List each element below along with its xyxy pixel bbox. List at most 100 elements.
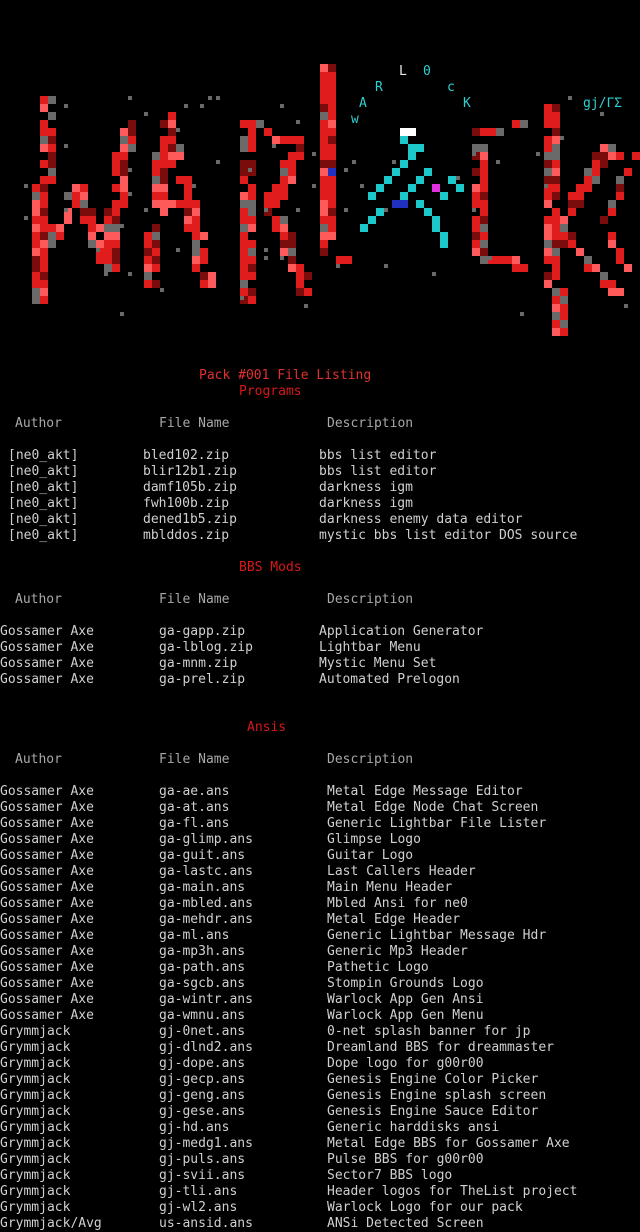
column-header-author: Author (15, 416, 62, 431)
author-cell: [ne0_akt] (8, 496, 79, 511)
description-cell: Lightbar Menu (319, 640, 421, 655)
description-cell: Dreamland BBS for dreammaster (327, 1040, 554, 1055)
file-name-cell: ga-path.ans (159, 960, 246, 975)
file-name-cell: ga-glimp.ans (159, 832, 253, 847)
description-cell: Glimpse Logo (327, 832, 421, 847)
description-cell: Genesis Engine splash screen (327, 1088, 547, 1103)
logo-letter-r: R (375, 80, 383, 95)
author-cell: Grymmjack (0, 1088, 71, 1103)
file-name-cell: gj-tli.ans (159, 1184, 238, 1199)
file-name-cell: gj-medg1.ans (159, 1136, 253, 1151)
author-cell: Gossamer Axe (0, 928, 94, 943)
author-cell: [ne0_akt] (8, 528, 79, 543)
column-header-file: File Name (159, 592, 230, 607)
logo-letter-o: 0 (423, 64, 431, 79)
description-cell: Warlock Logo for our pack (327, 1200, 523, 1215)
author-cell: Grymmjack (0, 1152, 71, 1167)
file-name-cell: gj-puls.ans (159, 1152, 246, 1167)
description-cell: darkness enemy data editor (319, 512, 523, 527)
description-cell: Warlock App Gen Menu (327, 1008, 484, 1023)
file-name-cell: gj-svii.ans (159, 1168, 246, 1183)
author-cell: Gossamer Axe (0, 912, 94, 927)
page-title: Pack #001 File Listing (199, 368, 372, 383)
logo-letter-c: c (447, 80, 455, 95)
author-cell: Gossamer Axe (0, 1008, 94, 1023)
file-name-cell: ga-prel.zip (159, 672, 246, 687)
author-cell: [ne0_akt] (8, 480, 79, 495)
file-name-cell: ga-ml.ans (159, 928, 230, 943)
description-cell: Automated Prelogon (319, 672, 460, 687)
file-name-cell: damf105b.zip (143, 480, 237, 495)
file-name-cell: ga-mnm.zip (159, 656, 238, 671)
file-name-cell: ga-main.ans (159, 880, 246, 895)
file-name-cell: ga-lastc.ans (159, 864, 253, 879)
file-name-cell: mblddos.zip (143, 528, 230, 543)
description-cell: Generic Lightbar File Lister (327, 816, 547, 831)
file-name-cell: ga-wmnu.ans (159, 1008, 246, 1023)
file-name-cell: ga-sgcb.ans (159, 976, 246, 991)
file-name-cell: gj-gecp.ans (159, 1072, 246, 1087)
description-cell: Mystic Menu Set (319, 656, 437, 671)
author-cell: Gossamer Axe (0, 864, 94, 879)
file-name-cell: us-ansid.ans (159, 1216, 253, 1231)
file-name-cell: ga-wintr.ans (159, 992, 253, 1007)
file-name-cell: gj-dope.ans (159, 1056, 246, 1071)
author-cell: Gossamer Axe (0, 976, 94, 991)
author-cell: Grymmjack (0, 1184, 71, 1199)
author-cell: Grymmjack (0, 1200, 71, 1215)
description-cell: Pathetic Logo (327, 960, 429, 975)
description-cell: Application Generator (319, 624, 484, 639)
author-cell: Grymmjack (0, 1136, 71, 1151)
author-cell: Gossamer Axe (0, 640, 94, 655)
author-cell: Grymmjack (0, 1024, 71, 1039)
description-cell: Metal Edge Node Chat Screen (327, 800, 539, 815)
file-name-cell: ga-gapp.zip (159, 624, 246, 639)
description-cell: Sector7 BBS logo (327, 1168, 453, 1183)
column-header-author: Author (15, 592, 62, 607)
author-cell: [ne0_akt] (8, 448, 79, 463)
description-cell: Generic harddisks ansi (327, 1120, 500, 1135)
column-header-desc: Description (327, 592, 414, 607)
column-header-desc: Description (327, 752, 414, 767)
description-cell: Warlock App Gen Ansi (327, 992, 484, 1007)
description-cell: Main Menu Header (327, 880, 453, 895)
author-cell: Gossamer Axe (0, 656, 94, 671)
file-name-cell: ga-lblog.zip (159, 640, 253, 655)
description-cell: Metal Edge BBS for Gossamer Axe (327, 1136, 570, 1151)
file-name-cell: gj-dlnd2.ans (159, 1040, 253, 1055)
file-name-cell: ga-mp3h.ans (159, 944, 246, 959)
description-cell: Pulse BBS for g00r00 (327, 1152, 484, 1167)
description-cell: Genesis Engine Sauce Editor (327, 1104, 539, 1119)
author-cell: Gossamer Axe (0, 960, 94, 975)
file-name-cell: gj-0net.ans (159, 1024, 246, 1039)
file-name-cell: ga-fl.ans (159, 816, 230, 831)
description-cell: 0-net splash banner for jp (327, 1024, 531, 1039)
author-cell: Grymmjack (0, 1040, 71, 1055)
description-cell: Last Callers Header (327, 864, 476, 879)
description-cell: Generic Lightbar Message Hdr (327, 928, 547, 943)
description-cell: Guitar Logo (327, 848, 414, 863)
author-cell: Gossamer Axe (0, 624, 94, 639)
author-cell: Grymmjack (0, 1056, 71, 1071)
file-name-cell: ga-mbled.ans (159, 896, 253, 911)
file-name-cell: ga-guit.ans (159, 848, 246, 863)
description-cell: Generic Mp3 Header (327, 944, 468, 959)
description-cell: Header logos for TheList project (327, 1184, 578, 1199)
author-cell: [ne0_akt] (8, 464, 79, 479)
author-cell: Gossamer Axe (0, 944, 94, 959)
file-name-cell: gj-geng.ans (159, 1088, 246, 1103)
column-header-file: File Name (159, 416, 230, 431)
file-name-cell: gj-wl2.ans (159, 1200, 238, 1215)
artist-tag: gj/ΓΣ (583, 96, 623, 111)
description-cell: Stompin Grounds Logo (327, 976, 484, 991)
file-name-cell: gj-hd.ans (159, 1120, 230, 1135)
description-cell: darkness igm (319, 480, 413, 495)
author-cell: Gossamer Axe (0, 784, 94, 799)
file-name-cell: ga-mehdr.ans (159, 912, 253, 927)
logo-letter-l: L (399, 64, 407, 79)
section-name: Ansis (247, 720, 287, 735)
author-cell: Gossamer Axe (0, 800, 94, 815)
description-cell: ANSi Detected Screen (327, 1216, 484, 1231)
author-cell: Gossamer Axe (0, 896, 94, 911)
author-cell: Gossamer Axe (0, 832, 94, 847)
